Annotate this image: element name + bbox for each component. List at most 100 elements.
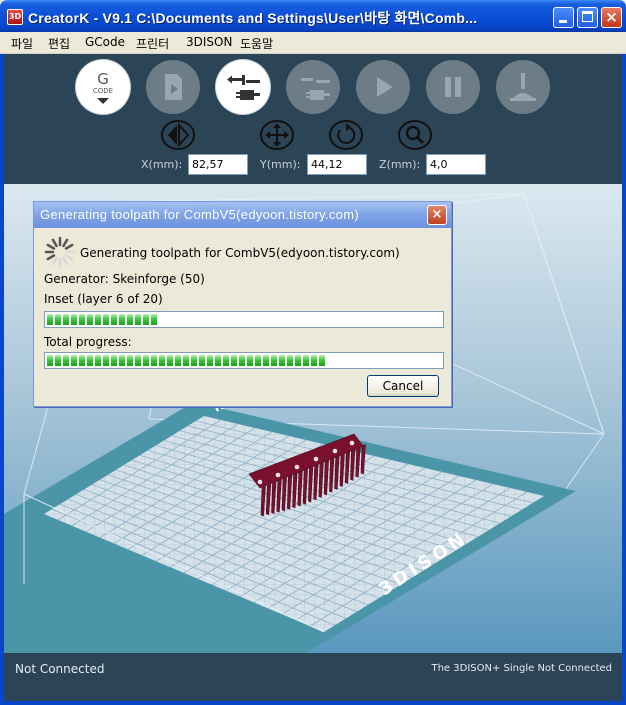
progress-segment	[271, 355, 277, 366]
dialog-body: Generating toolpath for CombV5(edyoon.ti…	[38, 230, 447, 402]
progress-segment	[295, 355, 301, 366]
progress-segment	[79, 314, 85, 325]
progress-segment	[127, 355, 133, 366]
maximize-button[interactable]	[577, 7, 598, 28]
progress-segment	[159, 355, 165, 366]
stop-icon	[510, 73, 536, 101]
progress-segment	[207, 355, 213, 366]
gcode-button[interactable]: G CODE	[76, 60, 130, 114]
window-title: CreatorK - V9.1 C:\Documents and Setting…	[28, 10, 478, 26]
spinner-spoke	[46, 243, 56, 250]
close-button[interactable]: ×	[601, 7, 622, 28]
progress-segment	[79, 355, 85, 366]
minimize-button[interactable]	[553, 7, 574, 28]
spinner-spoke	[51, 238, 58, 248]
mirror-button[interactable]	[160, 120, 196, 150]
connection-status: Not Connected	[15, 662, 105, 676]
progress-segment	[95, 314, 101, 325]
menu-printer[interactable]: 프린터	[136, 35, 169, 52]
progress-segment	[311, 355, 317, 366]
close-icon: ×	[431, 207, 443, 222]
x-coordinate-input[interactable]	[188, 154, 248, 175]
zoom-icon	[398, 120, 432, 150]
progress-segment	[151, 314, 157, 325]
progress-segment	[239, 355, 245, 366]
progress-segment	[215, 355, 221, 366]
progress-segment	[199, 355, 205, 366]
progress-segment	[223, 355, 229, 366]
rotate-button[interactable]	[328, 120, 364, 150]
progress-segment	[231, 355, 237, 366]
window-frame-bottom	[0, 701, 626, 705]
dialog-title-bar[interactable]: Generating toolpath for CombV5(edyoon.ti…	[34, 202, 451, 228]
progress-segment	[255, 355, 261, 366]
progress-segment	[303, 355, 309, 366]
z-coordinate-input[interactable]	[426, 154, 486, 175]
minimize-icon	[559, 20, 567, 23]
spinner-icon	[44, 236, 76, 268]
progress-segment	[191, 355, 197, 366]
menu-file[interactable]: 파일	[11, 35, 33, 52]
progress-segment	[103, 314, 109, 325]
spinner-spoke	[46, 254, 56, 261]
progress-segment	[127, 314, 133, 325]
progress-segment	[143, 314, 149, 325]
progress-segment	[287, 355, 293, 366]
sd-card-button[interactable]	[146, 60, 200, 114]
spinner-spoke	[62, 256, 69, 266]
progress-segment	[87, 355, 93, 366]
progress-segment	[183, 355, 189, 366]
printer-status: The 3DISON+ Single Not Connected	[431, 663, 612, 674]
generator-label: Generator: Skeinforge (50)	[44, 272, 205, 286]
progress-segment	[95, 355, 101, 366]
disconnect-icon	[301, 78, 330, 100]
move-button[interactable]	[259, 120, 295, 150]
total-progress-bar	[44, 352, 444, 369]
cancel-button[interactable]: Cancel	[367, 375, 439, 397]
progress-segment	[111, 355, 117, 366]
progress-segment	[103, 355, 109, 366]
stop-button[interactable]	[496, 60, 550, 114]
zoom-button[interactable]	[397, 120, 433, 150]
toolbar: G CODE X(mm): 82,57 Y(mm): 44,12 Z(mm): …	[4, 54, 622, 184]
spinner-spoke	[64, 254, 74, 261]
menu-help[interactable]: 도움말	[240, 35, 273, 52]
progress-segment	[135, 314, 141, 325]
mirror-icon	[161, 120, 195, 150]
progress-segment	[71, 355, 77, 366]
progress-segment	[119, 355, 125, 366]
progress-segment	[319, 355, 325, 366]
menu-gcode[interactable]: GCode	[85, 35, 125, 49]
progress-segment	[55, 355, 61, 366]
progress-segment	[71, 314, 77, 325]
maximize-icon	[582, 11, 593, 22]
y-coordinate-label: Y(mm):	[260, 158, 301, 171]
progress-segment	[87, 314, 93, 325]
window-frame-right	[622, 32, 626, 705]
pause-icon	[445, 77, 461, 97]
play-button[interactable]	[356, 60, 410, 114]
move-icon	[260, 120, 294, 150]
y-coordinate-input[interactable]	[307, 154, 367, 175]
pause-button[interactable]	[426, 60, 480, 114]
x-coordinate-label: X(mm):	[141, 158, 183, 171]
step-label: Inset (layer 6 of 20)	[44, 292, 163, 306]
menu-3dison[interactable]: 3DISON	[186, 35, 232, 49]
total-progress-fill	[47, 355, 441, 366]
window-title-bar[interactable]: 3D CreatorK - V9.1 C:\Documents and Sett…	[0, 0, 626, 32]
progress-segment	[47, 355, 53, 366]
connect-icon	[227, 75, 260, 100]
spinner-spoke	[51, 256, 58, 266]
disconnect-button[interactable]	[286, 60, 340, 114]
app-icon[interactable]: 3D	[7, 9, 23, 25]
status-bar: Not Connected The 3DISON+ Single Not Con…	[4, 653, 622, 701]
progress-segment	[47, 314, 53, 325]
connect-button[interactable]	[216, 60, 270, 114]
progress-segment	[63, 314, 69, 325]
progress-segment	[151, 355, 157, 366]
menu-edit[interactable]: 편집	[48, 35, 70, 52]
progress-segment	[167, 355, 173, 366]
dialog-close-button[interactable]: ×	[427, 205, 447, 225]
progress-segment	[119, 314, 125, 325]
progress-segment	[63, 355, 69, 366]
